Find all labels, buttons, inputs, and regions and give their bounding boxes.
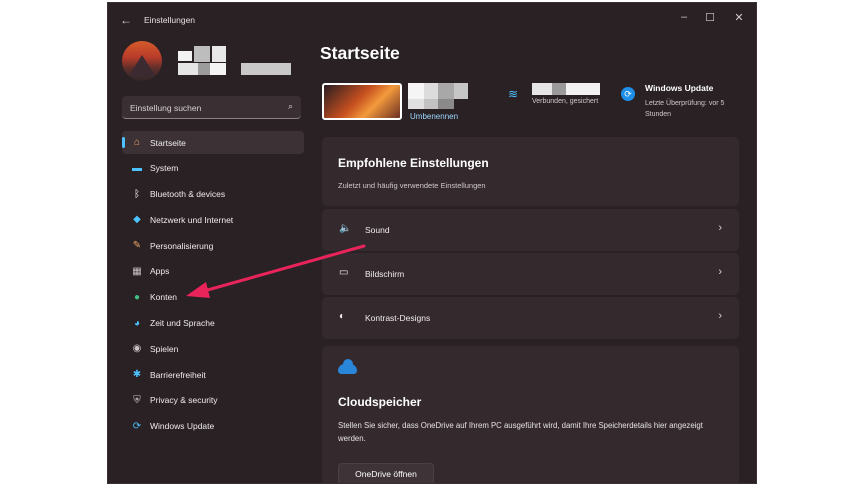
sidebar-item-label: Personalisierung xyxy=(150,240,214,251)
chevron-right-icon: › xyxy=(718,222,722,234)
app-title: Einstellungen xyxy=(144,15,196,25)
arrow-left-icon[interactable]: ← xyxy=(120,13,132,27)
sidebar-item-label: Windows Update xyxy=(150,421,215,432)
sidebar-item-bluetooth-devices[interactable]: ᛒ Bluetooth & devices xyxy=(122,183,304,206)
update-title[interactable]: Windows Update xyxy=(645,83,713,93)
sidebar-item-label: Privacy & security xyxy=(150,395,218,406)
search-box[interactable]: ⌕ xyxy=(122,96,301,119)
apps-icon: ▦ xyxy=(132,265,142,277)
cloud-icon xyxy=(338,359,357,374)
person-icon: ● xyxy=(133,291,141,303)
update-last-check: Letzte Überprüfung: vor 5 Stunden xyxy=(645,100,725,118)
rename-link[interactable]: Umbenennen xyxy=(410,112,458,121)
search-input[interactable] xyxy=(128,100,282,116)
shield-icon: ⛨ xyxy=(133,394,141,406)
accessibility-icon: ✱ xyxy=(132,369,142,381)
sidebar-item-apps[interactable]: ▦ Apps xyxy=(122,260,304,283)
device-wallpaper-thumbnail xyxy=(322,83,402,120)
sidebar-item-label: Barrierefreiheit xyxy=(150,369,206,380)
display-icon: ▭ xyxy=(339,267,349,278)
setting-row-label: Sound xyxy=(365,225,390,235)
title-bar: ← Einstellungen – ☐ ✕ xyxy=(108,3,756,37)
wifi-icon: ◆ xyxy=(133,214,141,226)
sidebar-item-label: Zeit und Sprache xyxy=(150,318,215,329)
network-status: Verbunden, gesichert xyxy=(532,98,599,105)
monitor-icon: ▬ xyxy=(132,162,142,174)
avatar[interactable] xyxy=(122,41,162,81)
chevron-right-icon: › xyxy=(718,310,722,322)
update-icon: ⟳ xyxy=(132,420,142,432)
sidebar-item-windows-update[interactable]: ⟳ Windows Update xyxy=(122,415,304,438)
setting-row-label: Bildschirm xyxy=(365,269,405,279)
globe-clock-icon: ◕ xyxy=(133,317,141,329)
update-icon: ⟳ xyxy=(621,87,635,101)
wifi-icon: ≋ xyxy=(508,87,519,101)
maximize-button[interactable]: ☐ xyxy=(699,11,721,24)
sidebar-item-spielen[interactable]: ◉ Spielen xyxy=(122,337,304,360)
page-title: Startseite xyxy=(320,43,400,63)
cloud-storage-card: Cloudspeicher Stellen Sie sicher, dass O… xyxy=(322,346,739,483)
sidebar-item-system[interactable]: ▬ System xyxy=(122,157,304,180)
sidebar-item-zeit-und-sprache[interactable]: ◕ Zeit und Sprache xyxy=(122,312,304,335)
setting-row-kontrast-designs[interactable]: ◐ Kontrast-Designs › xyxy=(322,297,739,339)
sidebar-item-label: Netzwerk und Internet xyxy=(150,214,234,225)
setting-row-bildschirm[interactable]: ▭ Bildschirm › xyxy=(322,253,739,295)
sidebar-item-personalisierung[interactable]: ✎ Personalisierung xyxy=(122,234,304,257)
recommended-subtitle: Zuletzt und häufig verwendete Einstellun… xyxy=(338,181,486,190)
brush-icon: ✎ xyxy=(132,240,142,252)
speaker-icon: 🔈 xyxy=(339,223,352,234)
bluetooth-icon: ᛒ xyxy=(134,188,140,200)
settings-window: ← Einstellungen – ☐ ✕ ⌕ ⌂ Startseite ▬ Syst… xyxy=(108,3,756,483)
cloud-title: Cloudspeicher xyxy=(338,395,422,409)
contrast-icon: ◐ xyxy=(339,311,346,322)
open-onedrive-button[interactable]: OneDrive öffnen xyxy=(338,463,434,483)
setting-row-sound[interactable]: 🔈 Sound › xyxy=(322,209,739,251)
gamepad-icon: ◉ xyxy=(132,343,142,355)
sidebar-item-netzwerk-und-internet[interactable]: ◆ Netzwerk und Internet xyxy=(122,208,304,231)
recommended-settings-card: Empfohlene Einstellungen Zuletzt und häu… xyxy=(322,137,739,206)
home-icon: ⌂ xyxy=(133,137,141,148)
setting-row-label: Kontrast-Designs xyxy=(365,313,431,323)
sidebar-item-startseite[interactable]: ⌂ Startseite xyxy=(122,131,304,154)
chevron-right-icon: › xyxy=(718,266,722,278)
sidebar-item-label: Konten xyxy=(150,292,177,303)
close-button[interactable]: ✕ xyxy=(728,11,750,24)
sidebar-item-label: Apps xyxy=(150,266,170,277)
search-icon[interactable]: ⌕ xyxy=(288,101,293,112)
sidebar-item-konten[interactable]: ● Konten xyxy=(122,286,304,309)
sidebar-item-label: Startseite xyxy=(150,137,186,148)
sidebar-item-label: Bluetooth & devices xyxy=(150,189,226,200)
sidebar-item-label: Spielen xyxy=(150,343,179,354)
sidebar-item-barrierefreiheit[interactable]: ✱ Barrierefreiheit xyxy=(122,363,304,386)
sidebar-item-label: System xyxy=(150,163,179,174)
minimize-button[interactable]: – xyxy=(673,11,695,23)
sidebar-nav: ⌂ Startseite ▬ System ᛒ Bluetooth & devices ◆ N… xyxy=(122,131,304,441)
sidebar-item-privacy-security[interactable]: ⛨ Privacy & security xyxy=(122,389,304,412)
cloud-description: Stellen Sie sicher, dass OneDrive auf Ih… xyxy=(338,421,703,443)
recommended-title: Empfohlene Einstellungen xyxy=(338,156,489,170)
